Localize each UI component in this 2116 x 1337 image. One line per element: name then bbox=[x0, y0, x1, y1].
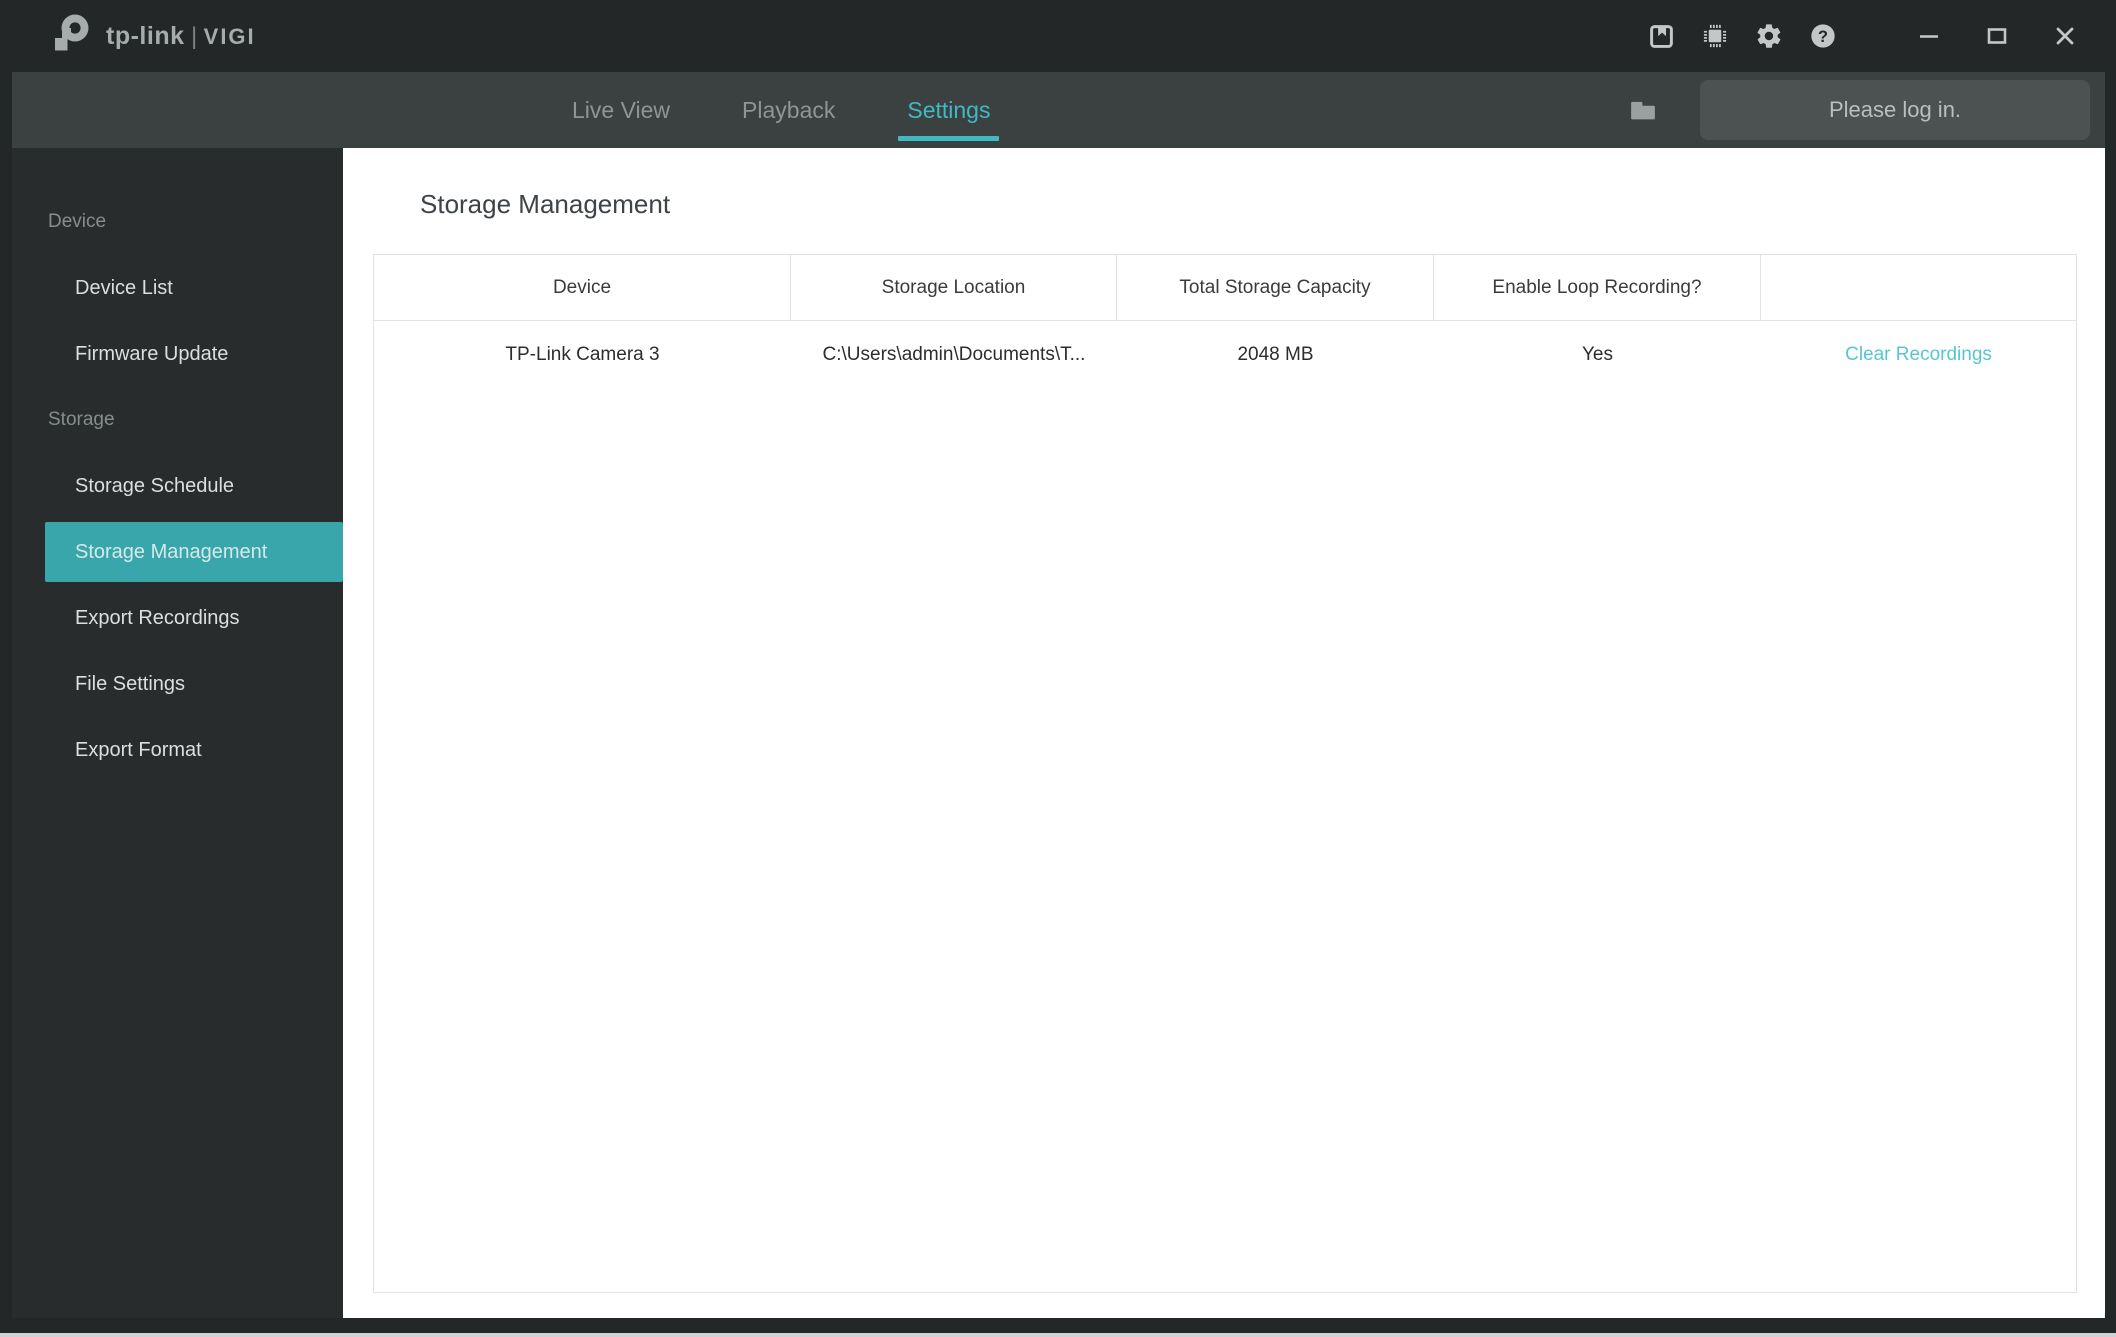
sidebar-item-file-settings[interactable]: File Settings bbox=[12, 651, 343, 717]
settings-sidebar: Device Device List Firmware Update Storage S… bbox=[12, 148, 343, 1318]
save-icon[interactable] bbox=[1646, 21, 1676, 51]
table-body: TP-Link Camera 3 C:\Users\admin\Documents… bbox=[374, 321, 2076, 389]
tp-link-logo-icon bbox=[48, 13, 94, 60]
clear-recordings-link[interactable]: Clear Recordings bbox=[1845, 344, 1992, 366]
brand-product: VIGI bbox=[203, 23, 256, 49]
main-tabs: Live View Playback Settings bbox=[563, 72, 1000, 148]
navbar: Live View Playback Settings Please log in. bbox=[12, 72, 2105, 148]
column-header-enable-loop-recording: Enable Loop Recording? bbox=[1434, 255, 1761, 320]
cell-total-storage-capacity: 2048 MB bbox=[1237, 344, 1314, 365]
svg-text:?: ? bbox=[1818, 28, 1828, 46]
minimize-button[interactable] bbox=[1914, 21, 1944, 51]
gear-icon[interactable] bbox=[1754, 21, 1784, 51]
login-button[interactable]: Please log in. bbox=[1700, 80, 2090, 140]
app-window: tp-link | VIGI ? Live View Playback Sett… bbox=[0, 0, 2116, 1337]
brand-name: tp-link bbox=[106, 21, 185, 50]
table-row: TP-Link Camera 3 C:\Users\admin\Documents… bbox=[374, 321, 2076, 389]
sidebar-item-storage-schedule[interactable]: Storage Schedule bbox=[12, 453, 343, 519]
tab-live-view[interactable]: Live View bbox=[563, 72, 679, 148]
page-title: Storage Management bbox=[420, 189, 671, 219]
sidebar-item-firmware-update[interactable]: Firmware Update bbox=[12, 321, 343, 387]
window-bottom-edge bbox=[0, 1333, 2116, 1337]
cell-storage-location: C:\Users\admin\Documents\T... bbox=[822, 344, 1086, 365]
storage-table: Device Storage Location Total Storage Capa… bbox=[373, 254, 2077, 1293]
column-header-actions bbox=[1761, 255, 2076, 320]
brand-logo: tp-link | VIGI bbox=[48, 13, 256, 60]
titlebar: tp-link | VIGI ? bbox=[0, 0, 2116, 72]
close-button[interactable] bbox=[2050, 21, 2080, 51]
cell-actions: Clear Recordings bbox=[1761, 321, 2076, 389]
brand-separator: | bbox=[190, 22, 198, 50]
sidebar-section-device: Device bbox=[48, 211, 107, 232]
titlebar-actions: ? bbox=[1646, 21, 2080, 51]
table-header-row: Device Storage Location Total Storage Capa… bbox=[374, 255, 2076, 321]
chip-icon[interactable] bbox=[1700, 21, 1730, 51]
sidebar-item-device-list[interactable]: Device List bbox=[12, 255, 343, 321]
column-header-total-storage-capacity: Total Storage Capacity bbox=[1117, 255, 1434, 320]
help-icon[interactable]: ? bbox=[1808, 21, 1838, 51]
sidebar-section-storage: Storage bbox=[48, 409, 115, 430]
maximize-button[interactable] bbox=[1982, 21, 2012, 51]
cell-enable-loop-recording: Yes bbox=[1582, 344, 1613, 365]
column-header-device: Device bbox=[374, 255, 791, 320]
cell-device: TP-Link Camera 3 bbox=[505, 344, 660, 365]
sidebar-item-export-recordings[interactable]: Export Recordings bbox=[12, 585, 343, 651]
main-content: Storage Management Device Storage Locatio… bbox=[343, 148, 2105, 1318]
body-row: Device Device List Firmware Update Storage S… bbox=[12, 148, 2105, 1318]
folder-icon[interactable] bbox=[1628, 95, 1658, 125]
column-header-storage-location: Storage Location bbox=[791, 255, 1117, 320]
navbar-actions: Please log in. bbox=[1628, 80, 2090, 140]
tab-settings[interactable]: Settings bbox=[898, 72, 1000, 148]
sidebar-item-storage-management[interactable]: Storage Management bbox=[45, 522, 343, 582]
tab-playback[interactable]: Playback bbox=[733, 72, 844, 148]
sidebar-item-export-format[interactable]: Export Format bbox=[12, 717, 343, 783]
